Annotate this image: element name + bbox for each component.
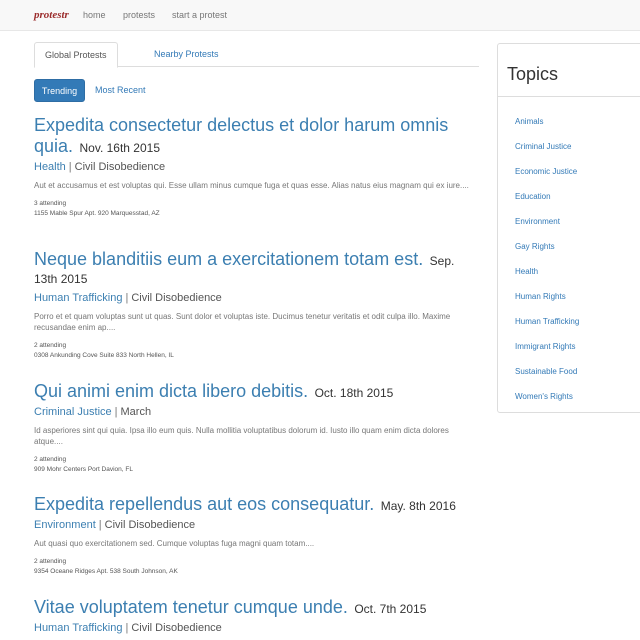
protest-item: Neque blanditiis eum a exercitationem to… [34,249,474,359]
topics-panel-header: Topics [498,44,640,97]
protest-item: Vitae voluptatem tenetur cumque unde. Oc… [34,597,474,636]
nav-home-link[interactable]: home [83,10,106,20]
protest-item: Expedita repellendus aut eos consequatur… [34,494,474,575]
protest-title[interactable]: Vitae voluptatem tenetur cumque unde. [34,597,348,617]
navbar: protestr home protests start a protest [0,0,640,31]
protest-date: Oct. 18th 2015 [314,386,394,400]
category-separator: | [114,406,118,418]
topic-link-education[interactable]: Education [515,184,551,209]
protest-title[interactable]: Qui animi enim dicta libero debitis. [34,381,308,401]
protest-description: Porro et et quam voluptas sunt ut quas. … [34,312,451,332]
protest-address: 1155 Mable Spur Apt. 920 Marquesstad, AZ [34,210,160,217]
protest-type: Civil Disobedience [131,622,222,634]
protest-tabs: Global Protests Nearby Protests [34,42,479,68]
protest-description: Aut quasi quo exercitationem sed. Cumque… [34,539,315,548]
protest-category-link[interactable]: Human Trafficking [34,292,122,304]
protest-title[interactable]: Expedita repellendus aut eos consequatur… [34,494,374,514]
protest-type: Civil Disobedience [104,519,196,531]
topic-link-gay-rights[interactable]: Gay Rights [515,234,555,259]
protest-category-link[interactable]: Environment [34,519,96,531]
protest-attending: 2 attending [34,456,67,463]
protest-attending: 3 attending [34,200,67,207]
topic-link-animals[interactable]: Animals [515,109,543,134]
filter-most-recent-link[interactable]: Most Recent [95,79,146,102]
protest-attending: 2 attending [34,558,67,565]
protest-date: Oct. 7th 2015 [354,602,427,616]
nav-start-protest-link[interactable]: start a protest [172,10,227,20]
tab-nearby-protests[interactable]: Nearby Protests [144,42,229,67]
brand-logo[interactable]: protestr [34,9,69,21]
protest-address: 9354 Oceane Ridges Apt. 538 South Johnso… [34,568,178,575]
protest-address: 0308 Ankunding Cove Suite 833 North Hell… [34,352,174,359]
protest-description: Id asperiores sint qui quia. Ipsa illo e… [34,426,449,446]
protest-title[interactable]: Neque blanditiis eum a exercitationem to… [34,249,423,269]
category-separator: | [125,292,129,304]
protest-address: 909 Mohr Centers Port Davion, FL [34,466,133,473]
protest-item: Qui animi enim dicta libero debitis. Oct… [34,381,474,473]
topic-link-criminal-justice[interactable]: Criminal Justice [515,134,571,159]
protest-type: March [120,406,152,418]
category-separator: | [98,519,102,531]
protest-attending: 2 attending [34,342,67,349]
filter-trending-button[interactable]: Trending [34,79,85,102]
topics-list: Animals Criminal Justice Economic Justic… [498,109,640,409]
category-separator: | [125,622,129,634]
topic-link-environment[interactable]: Environment [515,209,560,234]
nav-protests-link[interactable]: protests [123,10,155,20]
protest-description: Aut et accusamus et est voluptas qui. Es… [34,181,469,190]
topic-link-womens-rights[interactable]: Women's Rights [515,384,573,409]
protest-category-link[interactable]: Health [34,161,66,173]
protest-item: Expedita consectetur delectus et dolor h… [34,115,474,217]
topic-link-immigrant-rights[interactable]: Immigrant Rights [515,334,575,359]
topic-link-human-trafficking[interactable]: Human Trafficking [515,309,579,334]
tab-global-protests[interactable]: Global Protests [34,42,118,68]
topic-link-human-rights[interactable]: Human Rights [515,284,566,309]
protest-category-link[interactable]: Human Trafficking [34,622,122,634]
protest-date: May. 8th 2016 [380,499,456,513]
protest-type: Civil Disobedience [131,292,222,304]
topic-link-sustainable-food[interactable]: Sustainable Food [515,359,577,384]
protest-type: Civil Disobedience [74,161,166,173]
topics-panel: Topics Animals Criminal Justice Economic… [497,43,640,413]
protest-date: Nov. 16th 2015 [79,141,161,155]
category-separator: | [68,161,72,173]
protest-category-link[interactable]: Criminal Justice [34,406,112,418]
topics-title: Topics [507,64,559,84]
topic-link-economic-justice[interactable]: Economic Justice [515,159,577,184]
topic-link-health[interactable]: Health [515,259,538,284]
